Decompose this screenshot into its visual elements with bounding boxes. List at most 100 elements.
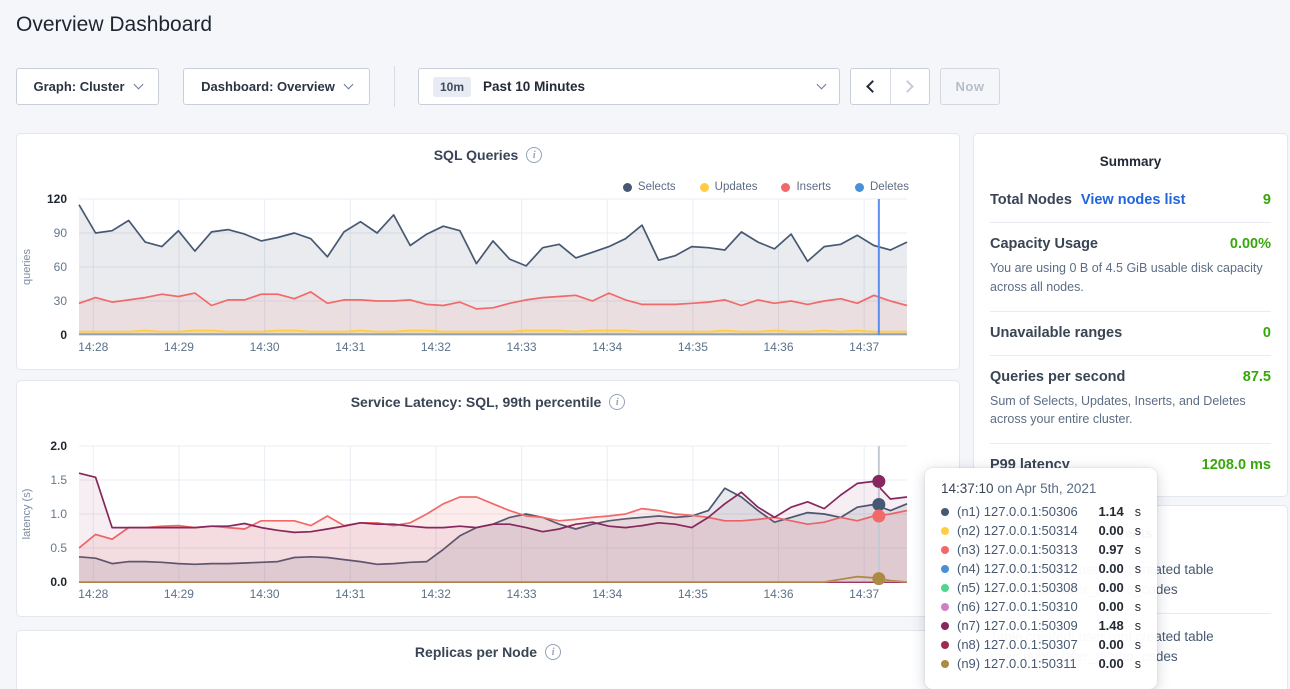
node-latency-value: 0.00 [1098,637,1123,652]
node-color-dot [941,584,949,592]
now-button[interactable]: Now [940,68,1000,105]
x-tick-label: 14:29 [156,587,202,601]
toolbar-divider [394,66,395,107]
y-axis-label: latency (s) [21,489,33,540]
y-tick-label: 1.0 [50,507,67,521]
node-color-dot [941,546,949,554]
legend-label: Updates [715,181,758,193]
node-latency-unit: s [1135,657,1141,671]
node-color-dot [941,565,949,573]
y-tick-label: 30 [54,294,67,308]
x-tick-label: 14:31 [327,340,373,354]
tooltip-row: (n4) 127.0.0.1:503120.00s [941,561,1141,576]
legend-dot [623,183,632,192]
node-latency-value: 1.48 [1098,618,1123,633]
now-button-label: Now [956,79,985,94]
node-address: (n1) 127.0.0.1:50306 [957,504,1090,519]
legend-dot [700,183,709,192]
sql-queries-plot-area[interactable] [79,199,907,335]
legend-item-inserts[interactable]: Inserts [781,181,831,193]
chevron-left-icon [866,80,879,93]
node-address: (n2) 127.0.0.1:50314 [957,523,1090,538]
info-icon[interactable]: i [609,394,625,410]
x-axis-ticks: 14:2814:2914:3014:3114:3214:3314:3414:35… [79,340,907,356]
service-latency-plot-area[interactable] [79,446,907,582]
summary-row: Unavailable ranges0 [990,311,1271,355]
tooltip-row: (n9) 127.0.0.1:503110.00s [941,656,1141,671]
y-tick-label: 2.0 [50,439,67,453]
y-tick-label: 60 [54,260,67,274]
legend-item-updates[interactable]: Updates [700,181,758,193]
info-icon[interactable]: i [545,644,561,660]
x-tick-label: 14:35 [670,587,716,601]
x-tick-label: 14:32 [413,340,459,354]
node-address: (n5) 127.0.0.1:50308 [957,580,1090,595]
x-tick-label: 14:31 [327,587,373,601]
node-latency-unit: s [1135,505,1141,519]
summary-label: Unavailable ranges [990,325,1122,341]
tooltip-row: (n6) 127.0.0.1:503100.00s [941,599,1141,614]
replicas-per-node-chart-panel: Replicas per Node i [16,630,960,689]
time-step-forward-button[interactable] [890,69,929,104]
node-latency-unit: s [1135,600,1141,614]
summary-value: 1208.0 ms [1202,457,1271,473]
x-tick-label: 14:30 [242,340,288,354]
x-tick-label: 14:33 [499,340,545,354]
chart-title: Replicas per Node [415,644,537,660]
view-nodes-list-link[interactable]: View nodes list [1081,192,1186,208]
chevron-down-icon [133,80,143,90]
chart-title: SQL Queries [434,147,519,163]
tooltip-row: (n8) 127.0.0.1:50307 0.00 s [941,637,1141,652]
summary-subtext: You are using 0 B of 4.5 GiB usable disk… [990,259,1271,297]
dashboard-dropdown[interactable]: Dashboard: Overview [183,68,370,105]
x-tick-label: 14:28 [70,587,116,601]
node-color-dot [941,603,949,611]
chart-title: Service Latency: SQL, 99th percentile [351,394,602,410]
y-tick-label: 120 [47,192,67,206]
x-tick-label: 14:34 [584,340,630,354]
y-tick-label: 0.0 [50,575,67,589]
legend-dot [855,183,864,192]
summary-panel: Summary Total NodesView nodes list9Capac… [973,133,1288,497]
time-step-back-button[interactable] [851,69,890,104]
legend-item-deletes[interactable]: Deletes [855,181,909,193]
x-tick-label: 14:32 [413,587,459,601]
node-latency-value: 1.14 [1098,504,1123,519]
y-axis-ticks: 0306090120 [33,199,73,335]
node-color-dot [941,622,949,630]
summary-row: Total Nodes View nodes list 9 [990,179,1271,222]
legend-label: Selects [638,181,676,193]
y-tick-label: 1.5 [50,473,67,487]
summary-subtext: Sum of Selects, Updates, Inserts, and De… [990,392,1271,430]
chevron-down-icon [343,80,353,90]
node-address: (n7) 127.0.0.1:50309 [957,618,1090,633]
x-tick-label: 14:36 [756,340,802,354]
node-latency-unit: s [1135,562,1141,576]
node-address: (n9) 127.0.0.1:50311 [957,656,1090,671]
legend-item-selects[interactable]: Selects [623,181,676,193]
x-tick-label: 14:34 [584,587,630,601]
chevron-right-icon [902,80,915,93]
x-tick-label: 14:35 [670,340,716,354]
time-step-buttons [850,68,930,105]
node-latency-unit: s [1135,638,1141,652]
x-tick-label: 14:30 [242,587,288,601]
tooltip-row: (n7) 127.0.0.1:503091.48s [941,618,1141,633]
node-color-dot [941,508,949,516]
x-tick-label: 14:28 [70,340,116,354]
node-color-dot [941,641,949,649]
graph-dropdown[interactable]: Graph: Cluster [16,68,159,105]
dashboard-dropdown-label: Dashboard: Overview [201,79,335,94]
chart-legend: Selects Updates Inserts Deletes [623,181,909,193]
time-range-dropdown[interactable]: 10m Past 10 Minutes [418,68,840,105]
chart-hover-tooltip: 14:37:10 on Apr 5th, 2021 (n1) 127.0.0.1… [925,468,1157,689]
x-tick-label: 14:36 [756,587,802,601]
graph-dropdown-label: Graph: Cluster [33,79,124,94]
info-icon[interactable]: i [526,147,542,163]
summary-value: 9 [1263,192,1271,208]
summary-row: Capacity Usage0.00%You are using 0 B of … [990,222,1271,311]
summary-label: Total Nodes [990,192,1072,208]
node-address: (n8) 127.0.0.1:50307 [957,637,1090,652]
node-latency-value: 0.00 [1098,599,1123,614]
summary-label: Capacity Usage [990,236,1098,252]
